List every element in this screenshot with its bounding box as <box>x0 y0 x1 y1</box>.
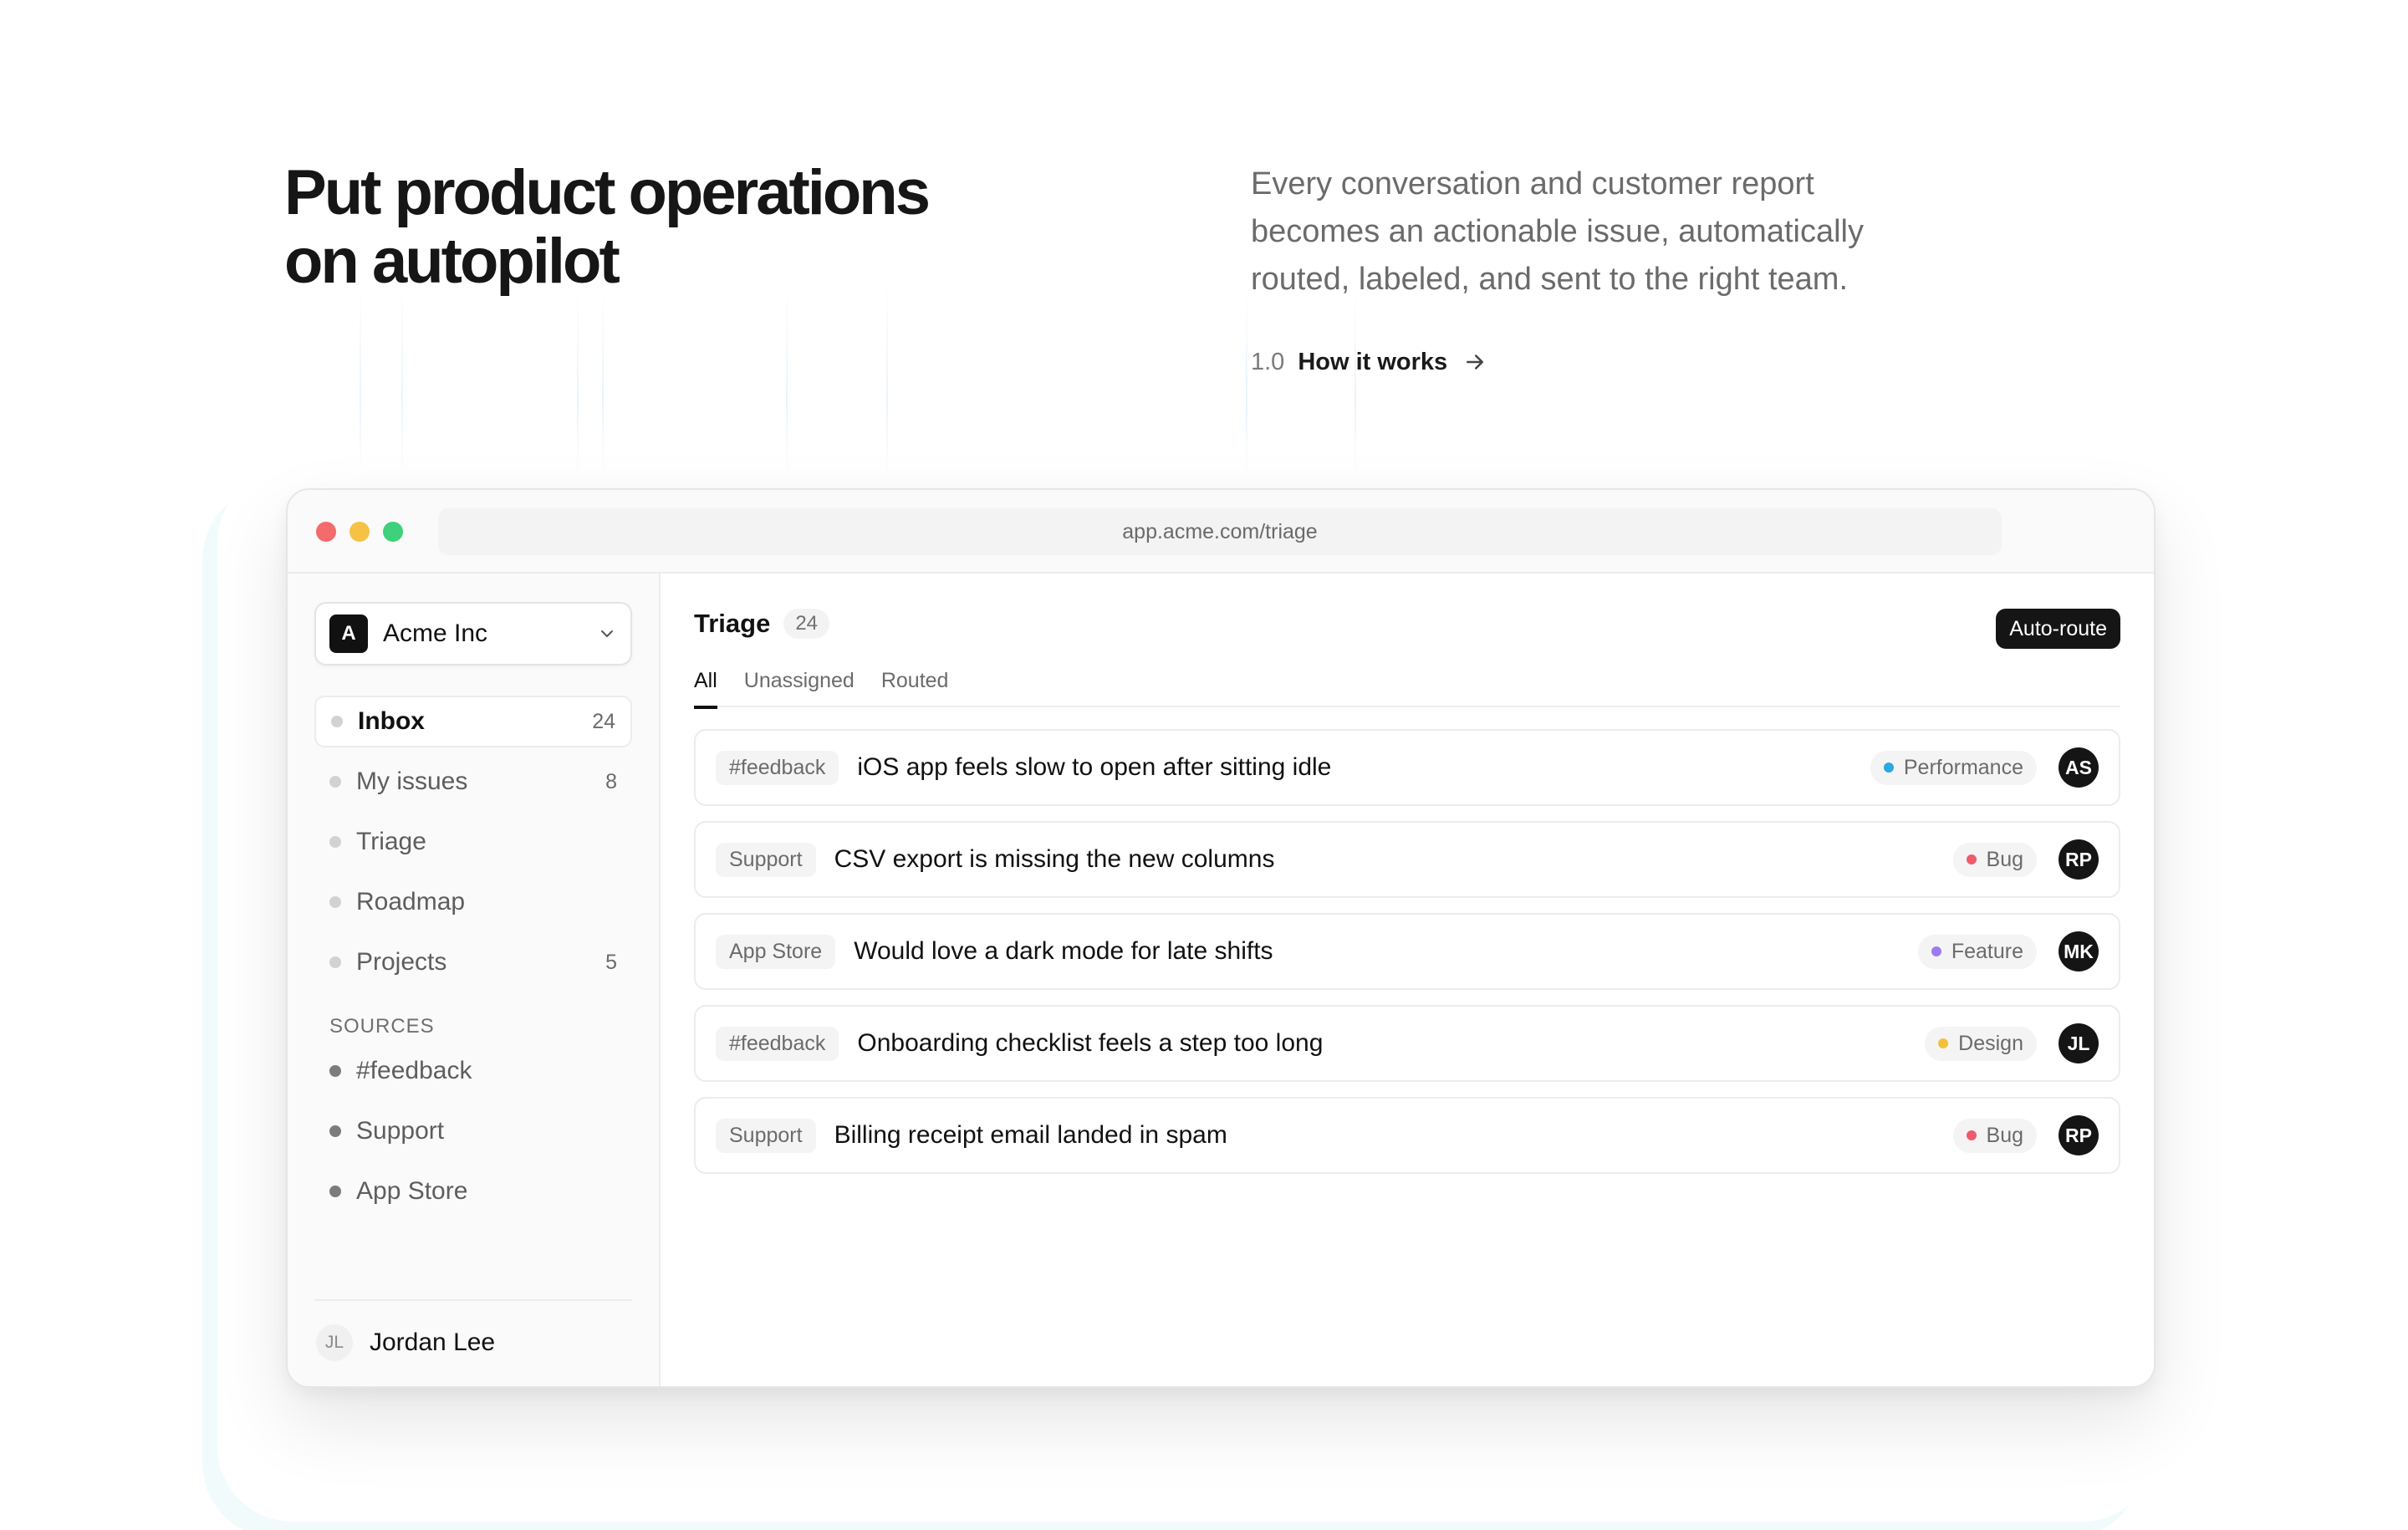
source-badge: #feedback <box>716 750 839 785</box>
source-item-label: Support <box>356 1117 445 1145</box>
assignee-avatar[interactable]: JL <box>2059 1023 2099 1063</box>
sidebar-item-inbox[interactable]: Inbox 24 <box>314 696 632 747</box>
hero-title-line1: Put product operations <box>284 157 931 228</box>
label-text: Bug <box>1986 847 2023 871</box>
address-bar[interactable]: app.acme.com/triage <box>438 508 2002 555</box>
arrow-right-icon <box>1467 354 1484 370</box>
sidebar-item-roadmap[interactable]: Roadmap <box>314 876 632 928</box>
label-dot-icon <box>1883 762 1894 773</box>
label-text: Performance <box>1903 755 2023 779</box>
minimize-window-button[interactable] <box>349 522 370 542</box>
sidebar-divider <box>314 1299 632 1301</box>
hero-title: Put product operations on autopilot <box>284 159 1037 296</box>
sidebar-item-my-issues[interactable]: My issues 8 <box>314 756 632 808</box>
bullet-icon <box>329 896 341 908</box>
issue-title: Would love a dark mode for late shifts <box>854 937 1273 965</box>
sidebar-item-triage[interactable]: Triage <box>314 816 632 868</box>
tab-routed[interactable]: Routed <box>881 666 949 707</box>
section-number: 1.0 <box>1251 348 1285 375</box>
label-text: Feature <box>1951 939 2023 963</box>
issue-title: CSV export is missing the new columns <box>834 845 1275 873</box>
sidebar: A Acme Inc Inbox 24 My issues 8 Triage R… <box>288 574 661 1386</box>
source-badge: App Store <box>716 934 836 969</box>
label-dot-icon <box>1966 1130 1977 1140</box>
issue-row[interactable]: #feedback iOS app feels slow to open aft… <box>694 729 2120 806</box>
label-badge: Feature <box>1917 934 2037 969</box>
sidebar-item-label: Inbox <box>358 707 425 735</box>
close-window-button[interactable] <box>316 522 336 542</box>
bullet-icon <box>329 1065 341 1077</box>
panel-header: Triage 24 <box>694 609 830 639</box>
label-text: Design <box>1958 1031 2023 1055</box>
tab-bar: All Unassigned Routed <box>694 666 2120 709</box>
window-titlebar: app.acme.com/triage <box>288 490 2154 574</box>
label-dot-icon <box>1938 1038 1949 1048</box>
bullet-icon <box>329 836 341 848</box>
source-item-app-store[interactable]: App Store <box>314 1165 632 1217</box>
auto-route-button[interactable]: Auto-route <box>1996 609 2120 649</box>
sources-heading: SOURCES <box>329 1015 435 1038</box>
label-dot-icon <box>1931 946 1941 956</box>
issue-title: iOS app feels slow to open after sitting… <box>857 753 1332 781</box>
user-name: Jordan Lee <box>370 1329 496 1356</box>
hero-title-line2: on autopilot <box>284 226 620 297</box>
page-title: Triage <box>694 609 771 638</box>
sidebar-item-projects[interactable]: Projects 5 <box>314 936 632 988</box>
sidebar-item-label: Triage <box>356 828 426 855</box>
source-badge: Support <box>716 1118 816 1153</box>
source-badge: Support <box>716 842 816 877</box>
background-lines <box>251 284 1421 477</box>
chevron-down-icon <box>601 630 613 637</box>
app-window: app.acme.com/triage A Acme Inc Inbox 24 … <box>286 488 2155 1388</box>
workspace-name: Acme Inc <box>383 620 488 647</box>
issue-row[interactable]: Support Billing receipt email landed in … <box>694 1097 2120 1174</box>
how-it-works-link[interactable]: 1.0 How it works <box>1251 343 1487 381</box>
tab-all[interactable]: All <box>694 666 717 709</box>
maximize-window-button[interactable] <box>383 522 403 542</box>
label-badge: Bug <box>1952 842 2037 877</box>
bullet-icon <box>329 1186 341 1197</box>
count-badge: 24 <box>783 609 830 639</box>
assignee-avatar[interactable]: MK <box>2059 931 2099 972</box>
label-dot-icon <box>1966 854 1977 864</box>
tab-unassigned[interactable]: Unassigned <box>744 666 855 707</box>
source-item-label: App Store <box>356 1177 468 1205</box>
bullet-icon <box>329 956 341 968</box>
workspace-switcher[interactable]: A Acme Inc <box>314 602 632 666</box>
label-badge: Design <box>1925 1026 2037 1061</box>
sidebar-item-label: Roadmap <box>356 888 466 915</box>
source-badge: #feedback <box>716 1026 839 1061</box>
hero-description-line3: routed, labeled, and sent to the right t… <box>1251 262 1849 297</box>
sidebar-item-label: Projects <box>356 948 447 976</box>
bullet-icon <box>331 716 343 727</box>
main-panel: Triage 24 Auto-route All Unassigned Rout… <box>661 574 2154 1386</box>
avatar: JL <box>316 1324 353 1361</box>
user-profile[interactable]: JL Jordan Lee <box>316 1324 495 1361</box>
issue-title: Billing receipt email landed in spam <box>834 1121 1227 1149</box>
sidebar-item-label: My issues <box>356 768 468 795</box>
assignee-avatar[interactable]: AS <box>2059 747 2099 788</box>
workspace-logo: A <box>329 615 368 653</box>
source-item-feedback[interactable]: #feedback <box>314 1045 632 1097</box>
source-item-label: #feedback <box>356 1057 472 1084</box>
hero-description: Every conversation and customer report b… <box>1251 161 1936 303</box>
bullet-icon <box>329 776 341 788</box>
issue-row[interactable]: App Store Would love a dark mode for lat… <box>694 913 2120 990</box>
source-item-support[interactable]: Support <box>314 1105 632 1157</box>
label-badge: Bug <box>1952 1118 2037 1153</box>
assignee-avatar[interactable]: RP <box>2059 1115 2099 1155</box>
how-it-works-label: How it works <box>1298 348 1448 375</box>
sidebar-item-count: 5 <box>605 950 617 974</box>
issue-title: Onboarding checklist feels a step too lo… <box>857 1029 1324 1057</box>
assignee-avatar[interactable]: RP <box>2059 839 2099 880</box>
bullet-icon <box>329 1125 341 1137</box>
issue-row[interactable]: #feedback Onboarding checklist feels a s… <box>694 1005 2120 1082</box>
label-text: Bug <box>1986 1123 2023 1147</box>
hero-description-line2: becomes an actionable issue, automatical… <box>1251 214 1864 249</box>
sidebar-item-count: 8 <box>605 769 617 793</box>
label-badge: Performance <box>1870 750 2037 785</box>
sidebar-item-count: 24 <box>592 709 615 733</box>
hero-description-line1: Every conversation and customer report <box>1251 166 1814 201</box>
issue-row[interactable]: Support CSV export is missing the new co… <box>694 821 2120 898</box>
